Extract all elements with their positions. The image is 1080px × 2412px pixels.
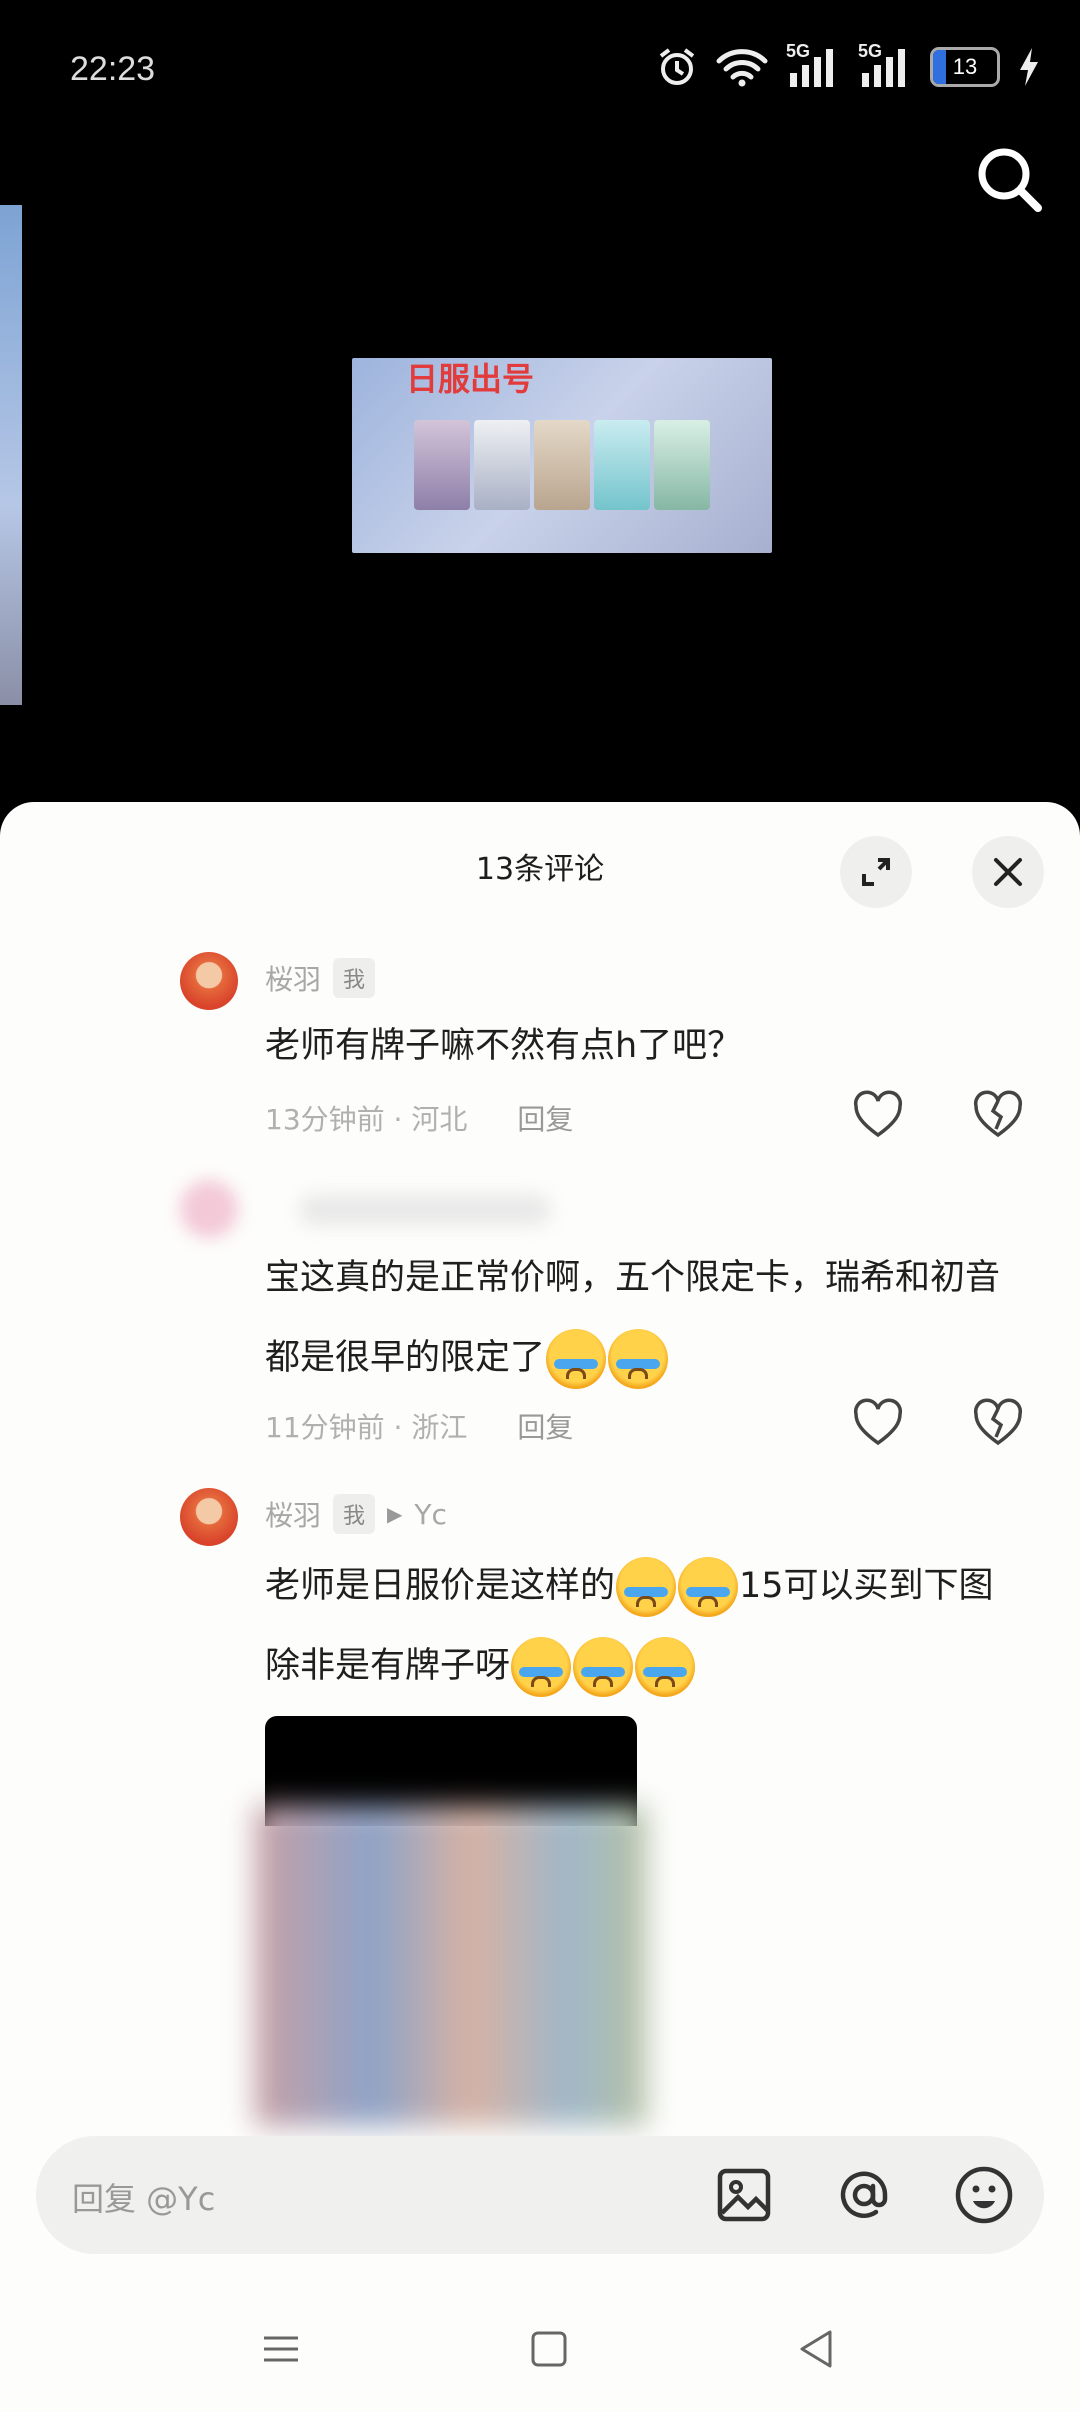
comment-meta: 11分钟前 · 浙江 回复: [265, 1406, 573, 1446]
expand-icon: [862, 858, 890, 886]
status-icons: 5G 5G 13: [656, 41, 1040, 88]
avatar[interactable]: [180, 952, 238, 1010]
dislike-icon[interactable]: [972, 1398, 1024, 1450]
menu-icon[interactable]: [256, 2324, 306, 2374]
close-icon: [994, 858, 1022, 886]
thumbnail-card: [534, 420, 590, 510]
image-icon[interactable]: [712, 2163, 776, 2227]
comments-count-title: 13条评论: [475, 852, 605, 887]
comment-author-row: 桜羽 我: [265, 958, 376, 998]
comment-text-line: 15可以买到下图: [739, 1566, 994, 1606]
comment-text: 老师是日服价是这样的 15可以买到下图 除非是有牌子呀: [265, 1546, 1035, 1706]
time-location: 11分钟前 · 浙江: [265, 1411, 468, 1444]
emoji-icon[interactable]: [952, 2163, 1016, 2227]
wifi-icon: [716, 49, 768, 87]
alarm-icon: [659, 48, 695, 85]
avatar[interactable]: [180, 1488, 238, 1546]
comment-text-line: 老师是日服价是这样的: [265, 1566, 616, 1606]
thumbnail-card: [414, 420, 470, 510]
home-icon[interactable]: [524, 2324, 574, 2374]
avatar[interactable]: [180, 1180, 238, 1238]
status-time: 22:23: [70, 50, 156, 88]
me-badge: 我: [333, 958, 376, 998]
crying-emoji-icon: [573, 1637, 634, 1697]
comment-text-line: 除非是有牌子呀: [265, 1646, 511, 1686]
close-button[interactable]: [972, 836, 1044, 908]
comment-text-line: 宝这真的是正常价啊，五个限定卡，瑞希和初音: [265, 1258, 1001, 1298]
thumbnail-card: [594, 420, 650, 510]
reply-button[interactable]: 回复: [517, 1406, 573, 1446]
search-icon[interactable]: [970, 140, 1050, 220]
comment-author-row: 桜羽 我 ▶ Yc: [265, 1494, 447, 1534]
thumbnail-title: 日服出号: [406, 360, 535, 398]
attachment-blurred-image: [255, 1806, 647, 2126]
charging-icon: [1020, 48, 1038, 86]
reply-input-placeholder[interactable]: 回复 @Yc: [72, 2174, 215, 2220]
previous-video-edge[interactable]: [0, 205, 22, 705]
system-navigation-bar: [0, 2280, 1080, 2412]
reply-button[interactable]: 回复: [517, 1098, 573, 1138]
signal-icon-2: 5G: [858, 41, 912, 87]
video-thumbnail[interactable]: 日服出号: [352, 358, 772, 553]
battery-indicator: 13: [930, 47, 1000, 87]
like-icon[interactable]: [852, 1090, 904, 1142]
reply-to-arrow-icon: ▶: [387, 1502, 403, 1526]
expand-button[interactable]: [840, 836, 912, 908]
mention-icon[interactable]: [832, 2163, 896, 2227]
comment-image-attachment[interactable]: [255, 1716, 647, 2126]
status-bar: 22:23 5G 5G 13: [0, 0, 1080, 140]
crying-emoji-icon: [616, 1557, 677, 1617]
me-badge: 我: [333, 1494, 376, 1534]
comment-meta: 13分钟前 · 河北 回复: [265, 1098, 573, 1138]
comment-text: 宝这真的是正常价啊，五个限定卡，瑞希和初音 都是很早的限定了: [265, 1238, 1035, 1398]
battery-level: 13: [952, 54, 978, 79]
time-location: 13分钟前 · 河北: [265, 1103, 468, 1136]
author-name[interactable]: 桜羽: [265, 958, 321, 998]
reply-input-bar[interactable]: 回复 @Yc: [36, 2136, 1044, 2254]
thumbnail-card: [654, 420, 710, 510]
crying-emoji-icon: [608, 1329, 669, 1389]
signal-icon-1: 5G: [786, 41, 840, 87]
comment-text-line: 都是很早的限定了: [265, 1338, 546, 1378]
author-name[interactable]: 桜羽: [265, 1494, 321, 1534]
crying-emoji-icon: [635, 1637, 696, 1697]
crying-emoji-icon: [511, 1637, 572, 1697]
like-icon[interactable]: [852, 1398, 904, 1450]
crying-emoji-icon: [678, 1557, 739, 1617]
reply-to-name[interactable]: Yc: [414, 1498, 447, 1531]
back-icon[interactable]: [792, 2324, 842, 2374]
crying-emoji-icon: [546, 1329, 607, 1389]
comment-text: 老师有牌子嘛不然有点h了吧？: [265, 1026, 743, 1066]
author-name-blurred: [300, 1195, 550, 1225]
thumbnail-card: [474, 420, 530, 510]
dislike-icon[interactable]: [972, 1090, 1024, 1142]
